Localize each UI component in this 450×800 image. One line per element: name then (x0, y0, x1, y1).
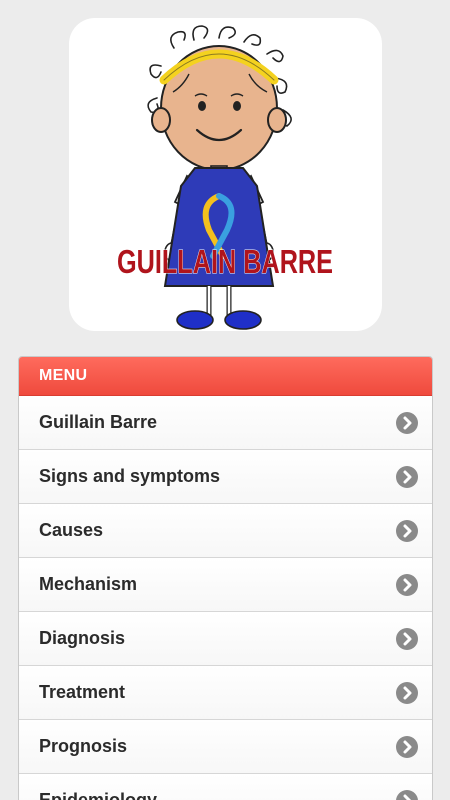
chevron-right-circle-icon (396, 574, 418, 596)
menu-item-label: Mechanism (39, 574, 138, 594)
chevron-right-circle-icon (396, 736, 418, 758)
menu-item-label: Epidemiology (39, 790, 158, 800)
chevron-right-circle-icon (396, 412, 418, 434)
menu-item-label: Guillain Barre (39, 412, 158, 432)
chevron-right-circle-icon (396, 628, 418, 650)
menu-header: MENU (19, 357, 432, 396)
menu-item-label: Signs and symptoms (39, 466, 221, 486)
menu-list: Guillain Barre Signs and symptoms Causes… (19, 396, 432, 800)
menu-item-mechanism[interactable]: Mechanism (19, 557, 432, 611)
logo-title: GUILLAIN BARRE (117, 243, 333, 280)
menu-item-signs-and-symptoms[interactable]: Signs and symptoms (19, 449, 432, 503)
menu-item-guillain-barre[interactable]: Guillain Barre (19, 396, 432, 449)
main-menu: MENU Guillain Barre Signs and symptoms C… (18, 356, 433, 800)
menu-item-treatment[interactable]: Treatment (19, 665, 432, 719)
menu-item-prognosis[interactable]: Prognosis (19, 719, 432, 773)
app-screen: GUILLAIN BARRE MENU Guillain Barre Signs… (0, 0, 450, 800)
menu-item-causes[interactable]: Causes (19, 503, 432, 557)
chevron-right-circle-icon (396, 682, 418, 704)
girl-illustration: GUILLAIN BARRE (117, 25, 334, 330)
app-logo: GUILLAIN BARRE (69, 18, 382, 331)
menu-item-epidemiology[interactable]: Epidemiology (19, 773, 432, 800)
menu-item-diagnosis[interactable]: Diagnosis (19, 611, 432, 665)
menu-item-label: Prognosis (39, 736, 128, 756)
chevron-right-circle-icon (396, 790, 418, 800)
menu-item-label: Treatment (39, 682, 126, 702)
chevron-right-circle-icon (396, 520, 418, 542)
chevron-right-circle-icon (396, 466, 418, 488)
menu-item-label: Diagnosis (39, 628, 126, 648)
menu-item-label: Causes (39, 520, 104, 540)
